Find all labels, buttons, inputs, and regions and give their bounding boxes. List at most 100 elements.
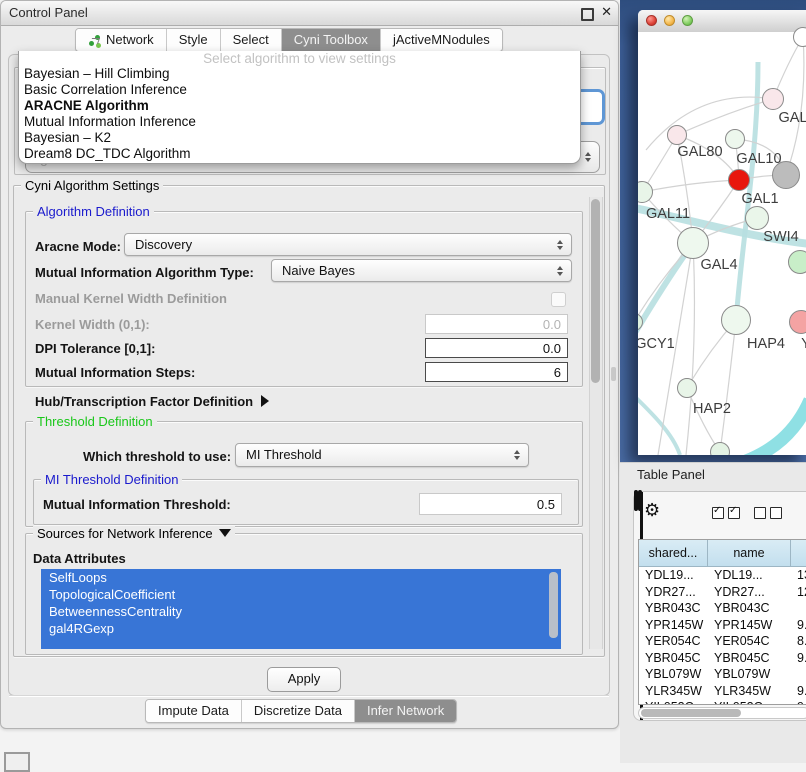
node-table[interactable]: shared...name YDL19...YDL19...13YDR27...…	[638, 539, 806, 705]
sources-title-text: Sources for Network Inference	[37, 526, 213, 541]
aracne-mode-combobox[interactable]: Discovery	[124, 233, 572, 256]
node-gal1[interactable]	[728, 169, 750, 191]
network-canvas[interactable]: GALGAL80GAL10GAL1GAL11SWI4GAL4GCY1HAP4YH…	[638, 32, 806, 455]
table-row[interactable]: YDR27...YDR27...12	[639, 584, 806, 601]
table-row[interactable]: YLR345WYLR345W9.	[639, 683, 806, 700]
table-cell	[791, 600, 806, 617]
settings-scrollbar-thumb[interactable]	[591, 199, 600, 383]
attributes-list-scrollbar[interactable]	[549, 572, 558, 638]
tab-label: jActiveMNodules	[393, 29, 490, 51]
tab-label: Style	[179, 29, 208, 51]
table-cell: 9.	[791, 699, 806, 705]
close-traffic-light-icon[interactable]	[646, 15, 657, 26]
tab-label: Cyni Toolbox	[294, 29, 368, 51]
close-icon[interactable]: ✕	[601, 4, 612, 20]
node[interactable]	[710, 442, 730, 455]
apply-button[interactable]: Apply	[267, 667, 341, 692]
triangle-right-icon[interactable]	[261, 395, 269, 407]
table-row[interactable]: YBL079WYBL079W	[639, 666, 806, 683]
algorithm-dropdown-list: Bayesian – Hill ClimbingBasic Correlatio…	[19, 66, 580, 162]
dropdown-item-basic-correlation-inference[interactable]: Basic Correlation Inference	[19, 82, 580, 98]
tab-network[interactable]: Network	[76, 29, 166, 51]
column-header-name[interactable]: name	[708, 540, 791, 566]
cyni-algorithm-settings-title: Cyni Algorithm Settings	[21, 178, 163, 193]
attribute-item-topologicalcoefficient[interactable]: TopologicalCoefficient	[41, 586, 561, 603]
table-row[interactable]: YIL052CYIL052C9.	[639, 699, 806, 705]
dpi-tolerance-field[interactable]	[425, 338, 568, 358]
hub-section-label[interactable]: Hub/Transcription Factor Definition	[35, 394, 269, 409]
deselect-all-checkboxes-icon[interactable]	[770, 507, 782, 519]
dropdown-item-bayesian-hill-climbing[interactable]: Bayesian – Hill Climbing	[19, 66, 580, 82]
node-label-gal11: GAL11	[646, 206, 690, 222]
minimized-window-icon[interactable]	[4, 752, 30, 772]
column-header-shared[interactable]: shared...	[639, 540, 708, 566]
minimize-traffic-light-icon[interactable]	[664, 15, 675, 26]
data-attributes-list[interactable]: SelfLoopsTopologicalCoefficientBetweenne…	[41, 569, 561, 649]
control-panel-window: Control Panel ✕ Network Style Select Cyni T…	[0, 0, 619, 729]
node[interactable]	[788, 250, 806, 274]
tab-impute-data[interactable]: Impute Data	[146, 700, 241, 722]
kernel-width-label: Kernel Width (0,1):	[35, 317, 150, 332]
dropdown-item-bayesian-k2[interactable]: Bayesian – K2	[19, 130, 580, 146]
table-row[interactable]: YDL19...YDL19...13	[639, 567, 806, 584]
select-all-checkboxes-icon[interactable]	[728, 507, 740, 519]
network-view-window: GALGAL80GAL10GAL1GAL11SWI4GAL4GCY1HAP4YH…	[638, 10, 806, 455]
table-row[interactable]: YER054CYER054C8.	[639, 633, 806, 650]
node-label-y: Y	[801, 336, 806, 352]
attribute-item-betweennesscentrality[interactable]: BetweennessCentrality	[41, 603, 561, 620]
select-all-checkboxes-icon[interactable]	[712, 507, 724, 519]
table-horizontal-scrollbar[interactable]	[638, 707, 806, 719]
tab-infer-network[interactable]: Infer Network	[354, 700, 456, 722]
tab-select[interactable]: Select	[220, 29, 281, 51]
node[interactable]	[772, 161, 800, 189]
settings-vertical-scrollbar[interactable]	[589, 197, 603, 649]
node-gal[interactable]	[762, 88, 784, 110]
triangle-down-icon[interactable]	[219, 529, 231, 537]
attribute-item-selfloops[interactable]: SelfLoops	[41, 569, 561, 586]
dropdown-item-aracne-algorithm[interactable]: ARACNE Algorithm	[19, 98, 580, 114]
node-hap4[interactable]	[721, 305, 751, 335]
table-row[interactable]: YBR045CYBR045C9.	[639, 650, 806, 667]
window-title: Control Panel	[9, 5, 88, 20]
tab-discretize-data[interactable]: Discretize Data	[241, 700, 354, 722]
float-window-icon[interactable]	[581, 8, 594, 21]
node-label-gal: GAL	[778, 110, 806, 126]
kernel-width-field[interactable]	[425, 314, 568, 334]
node[interactable]	[793, 27, 806, 47]
aracne-mode-label: Aracne Mode:	[35, 239, 121, 254]
which-threshold-combobox[interactable]: MI Threshold	[235, 443, 529, 467]
table-cell: YBR043C	[639, 600, 708, 617]
tab-cyni-toolbox[interactable]: Cyni Toolbox	[281, 29, 380, 51]
dropdown-item-mutual-information-inference[interactable]: Mutual Information Inference	[19, 114, 580, 130]
node-gal4[interactable]	[677, 227, 709, 259]
panel-splitter-handle[interactable]	[611, 367, 616, 381]
table-cell: YER054C	[708, 633, 791, 650]
table-row[interactable]: YPR145WYPR145W9.	[639, 617, 806, 634]
node-hap2[interactable]	[677, 378, 697, 398]
zoom-traffic-light-icon[interactable]	[682, 15, 693, 26]
table-scrollbar-thumb[interactable]	[641, 709, 741, 717]
attribute-item-gal4rgexp[interactable]: gal4RGexp	[41, 620, 561, 637]
tab-style[interactable]: Style	[166, 29, 220, 51]
node-gal80[interactable]	[667, 125, 687, 145]
table-cell: 9.	[791, 683, 806, 700]
node-swi4[interactable]	[745, 206, 769, 230]
table-cell: YDR27...	[639, 584, 708, 601]
sources-title[interactable]: Sources for Network Inference	[33, 526, 235, 541]
table-cell: YBR045C	[639, 650, 708, 667]
node-gal10[interactable]	[725, 129, 745, 149]
threshold-definition-title: Threshold Definition	[33, 414, 157, 429]
tab-jactivemnodules[interactable]: jActiveMNodules	[380, 29, 502, 51]
node-y[interactable]	[789, 310, 806, 334]
gear-icon[interactable]: ⚙	[644, 500, 660, 521]
table-row[interactable]: YBR043CYBR043C	[639, 600, 806, 617]
manual-kernel-width-checkbox[interactable]	[551, 292, 566, 307]
mi-algorithm-type-combobox[interactable]: Naive Bayes	[271, 259, 572, 282]
mi-steps-field[interactable]	[425, 362, 568, 382]
column-header-clipped[interactable]	[791, 540, 806, 566]
deselect-all-checkboxes-icon[interactable]	[754, 507, 766, 519]
mi-threshold-field[interactable]	[419, 493, 562, 515]
dropdown-item-dream8-dc-tdc-algorithm[interactable]: Dream8 DC_TDC Algorithm	[19, 146, 580, 162]
dropdown-placeholder: Select algorithm to view settings	[19, 51, 580, 66]
manual-kernel-width-label: Manual Kernel Width Definition	[35, 291, 227, 306]
